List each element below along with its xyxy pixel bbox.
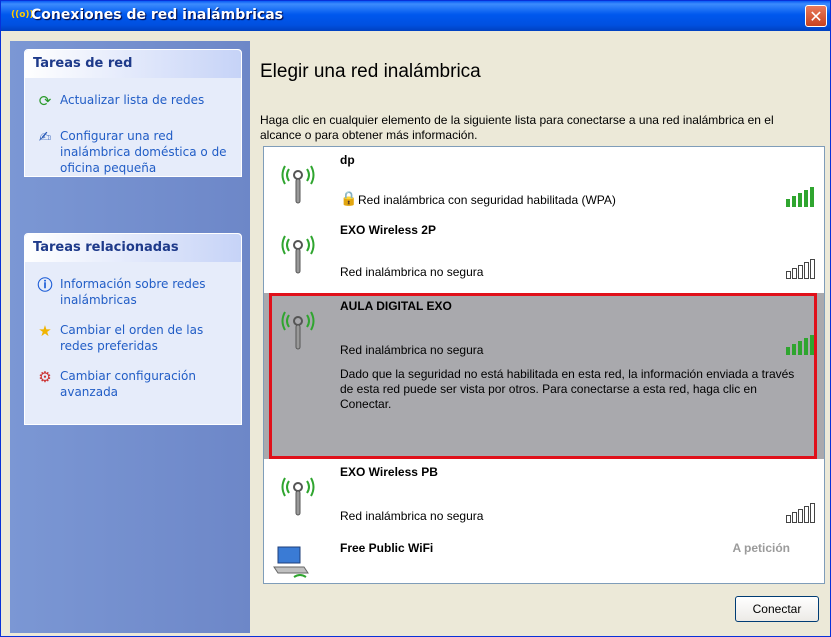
- main-pane: Elegir una red inalámbrica Haga clic en …: [250, 41, 825, 633]
- network-status: Red inalámbrica no segura: [340, 265, 484, 279]
- lock-icon: 🔒: [340, 191, 358, 207]
- selection-highlight: [269, 293, 817, 459]
- wireless-info-link[interactable]: ⓘ Información sobre redes inalámbricas: [25, 276, 237, 308]
- wireless-icon: ((o)): [11, 10, 34, 20]
- network-list[interactable]: dp 🔒 Red inalámbrica con seguridad habil…: [263, 146, 825, 584]
- info-icon: ⓘ: [37, 276, 53, 294]
- network-status: Red inalámbrica con seguridad habilitada…: [358, 193, 616, 207]
- signal-strength-icon: [786, 259, 815, 279]
- network-name: Free Public WiFi: [340, 541, 434, 555]
- star-icon: ★: [38, 322, 52, 340]
- title-bar[interactable]: ((o)) Conexiones de red inalámbricas ✕: [1, 1, 830, 31]
- refresh-network-list-link[interactable]: ⟳ Actualizar lista de redes: [25, 92, 237, 110]
- settings-icon: ⚙: [38, 368, 52, 386]
- task-label: Configurar una red inalámbrica doméstica…: [60, 129, 227, 175]
- panel-heading: Tareas relacionadas: [25, 234, 241, 262]
- signal-strength-icon: [786, 187, 814, 207]
- antenna-icon: [281, 477, 315, 516]
- advanced-settings-link[interactable]: ⚙ Cambiar configuración avanzada: [25, 368, 237, 400]
- network-name: EXO Wireless 2P: [340, 223, 436, 237]
- page-title: Elegir una red inalámbrica: [260, 61, 481, 82]
- network-name: EXO Wireless PB: [340, 465, 438, 479]
- antenna-icon: [281, 165, 315, 204]
- network-name: dp: [340, 153, 355, 167]
- antenna-icon: [281, 235, 315, 274]
- instructions-text: Haga clic en cualquier elemento de la si…: [260, 113, 774, 142]
- task-label: Cambiar el orden de las redes preferidas: [60, 323, 204, 353]
- wireless-connections-window: ((o)) Conexiones de red inalámbricas ✕ T…: [0, 0, 831, 637]
- network-tasks-panel: Tareas de red ⟳ Actualizar lista de rede…: [24, 49, 242, 177]
- network-item-exo-pb[interactable]: EXO Wireless PB Red inalámbrica no segur…: [264, 459, 824, 535]
- close-button[interactable]: ✕: [805, 5, 827, 27]
- related-tasks-panel: Tareas relacionadas ⓘ Información sobre …: [24, 233, 242, 425]
- task-label: Información sobre redes inalámbricas: [60, 277, 206, 307]
- setup-home-network-link[interactable]: ✍ Configurar una red inalámbrica domésti…: [25, 128, 237, 176]
- window-title: Conexiones de red inalámbricas: [31, 7, 284, 23]
- wizard-icon: ✍: [38, 128, 52, 146]
- task-pane: Tareas de red ⟳ Actualizar lista de rede…: [10, 41, 250, 633]
- laptop-network-icon: [273, 546, 309, 578]
- change-order-link[interactable]: ★ Cambiar el orden de las redes preferid…: [25, 322, 237, 354]
- network-status: Red inalámbrica no segura: [340, 509, 484, 523]
- task-label: Actualizar lista de redes: [60, 93, 205, 107]
- network-item-exo-2p[interactable]: EXO Wireless 2P Red inalámbrica no segur…: [264, 217, 824, 293]
- signal-strength-icon: [786, 503, 815, 523]
- on-demand-badge: A petición: [732, 541, 790, 555]
- network-item-free-public-wifi[interactable]: Free Public WiFi A petición: [264, 535, 824, 583]
- panel-heading: Tareas de red: [25, 50, 241, 78]
- task-label: Cambiar configuración avanzada: [60, 369, 196, 399]
- network-item-dp[interactable]: dp 🔒 Red inalámbrica con seguridad habil…: [264, 147, 824, 217]
- connect-button[interactable]: Conectar: [735, 596, 819, 622]
- refresh-icon: ⟳: [38, 92, 52, 110]
